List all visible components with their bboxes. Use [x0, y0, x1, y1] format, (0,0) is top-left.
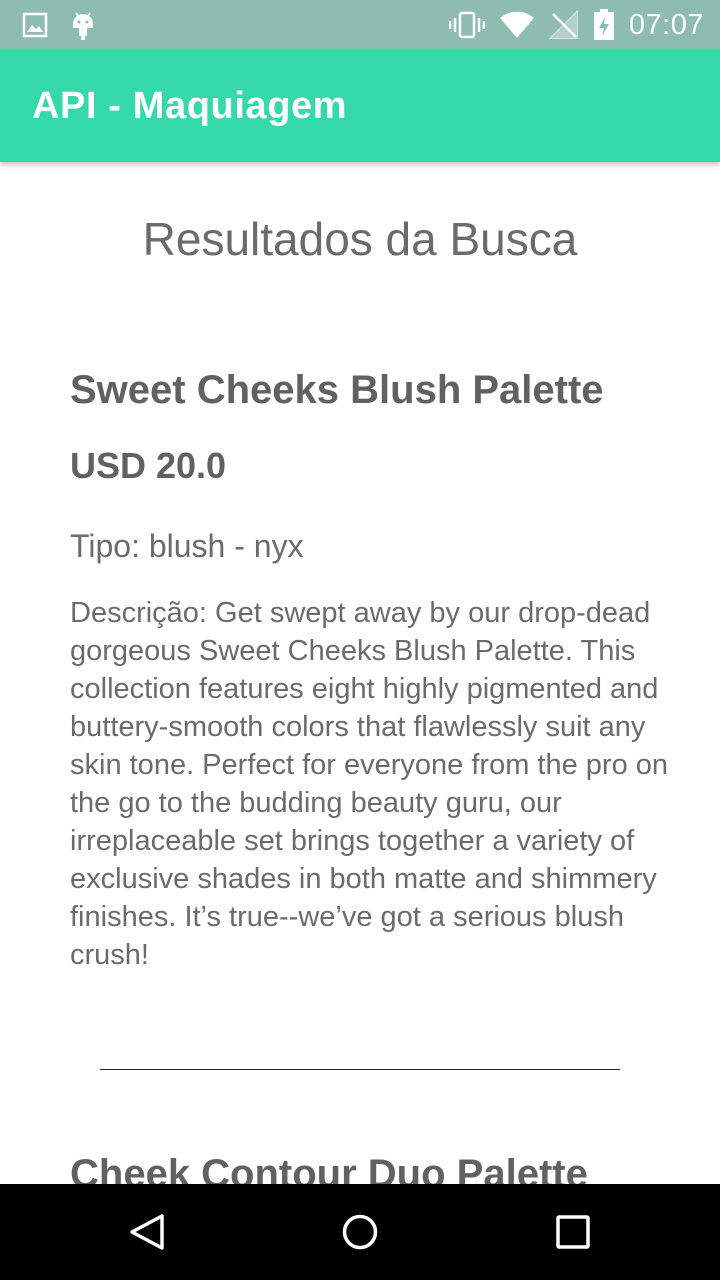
- product-name: Cheek Contour Duo Palette: [70, 1152, 588, 1184]
- battery-icon: [593, 9, 615, 41]
- product-price: USD 20.0: [70, 445, 227, 486]
- status-left: [22, 10, 96, 40]
- app-bar: API - Maquiagem: [0, 50, 720, 162]
- divider: [100, 1069, 620, 1070]
- navigation-bar: [0, 1184, 720, 1280]
- product-description: Descrição: Get swept away by our drop-de…: [70, 597, 669, 971]
- product-type: Tipo: blush - nyx: [70, 528, 304, 564]
- product-card: Cheek Contour Duo Palette: [70, 1150, 690, 1184]
- recents-button[interactable]: [523, 1184, 623, 1280]
- back-icon: [129, 1214, 164, 1250]
- recents-icon: [556, 1215, 591, 1249]
- vibrate-icon: [448, 11, 485, 39]
- product-name: Sweet Cheeks Blush Palette: [70, 368, 604, 412]
- home-icon: [342, 1214, 378, 1250]
- product-card: Sweet Cheeks Blush Palette USD 20.0 Tipo…: [70, 366, 690, 974]
- no-signal-icon: [548, 10, 579, 40]
- home-button[interactable]: [310, 1184, 410, 1280]
- wifi-icon: [499, 11, 535, 39]
- status-right: 07:07: [448, 8, 704, 42]
- status-bar: 07:07: [0, 0, 720, 50]
- image-notification-icon: [22, 12, 48, 38]
- results-list[interactable]: Resultados da Busca Sweet Cheeks Blush P…: [0, 162, 720, 1184]
- back-button[interactable]: [97, 1184, 197, 1280]
- app-title: API - Maquiagem: [32, 84, 348, 127]
- page-heading: Resultados da Busca: [142, 213, 578, 265]
- android-notification-icon: [70, 10, 96, 40]
- status-time: 07:07: [628, 8, 704, 41]
